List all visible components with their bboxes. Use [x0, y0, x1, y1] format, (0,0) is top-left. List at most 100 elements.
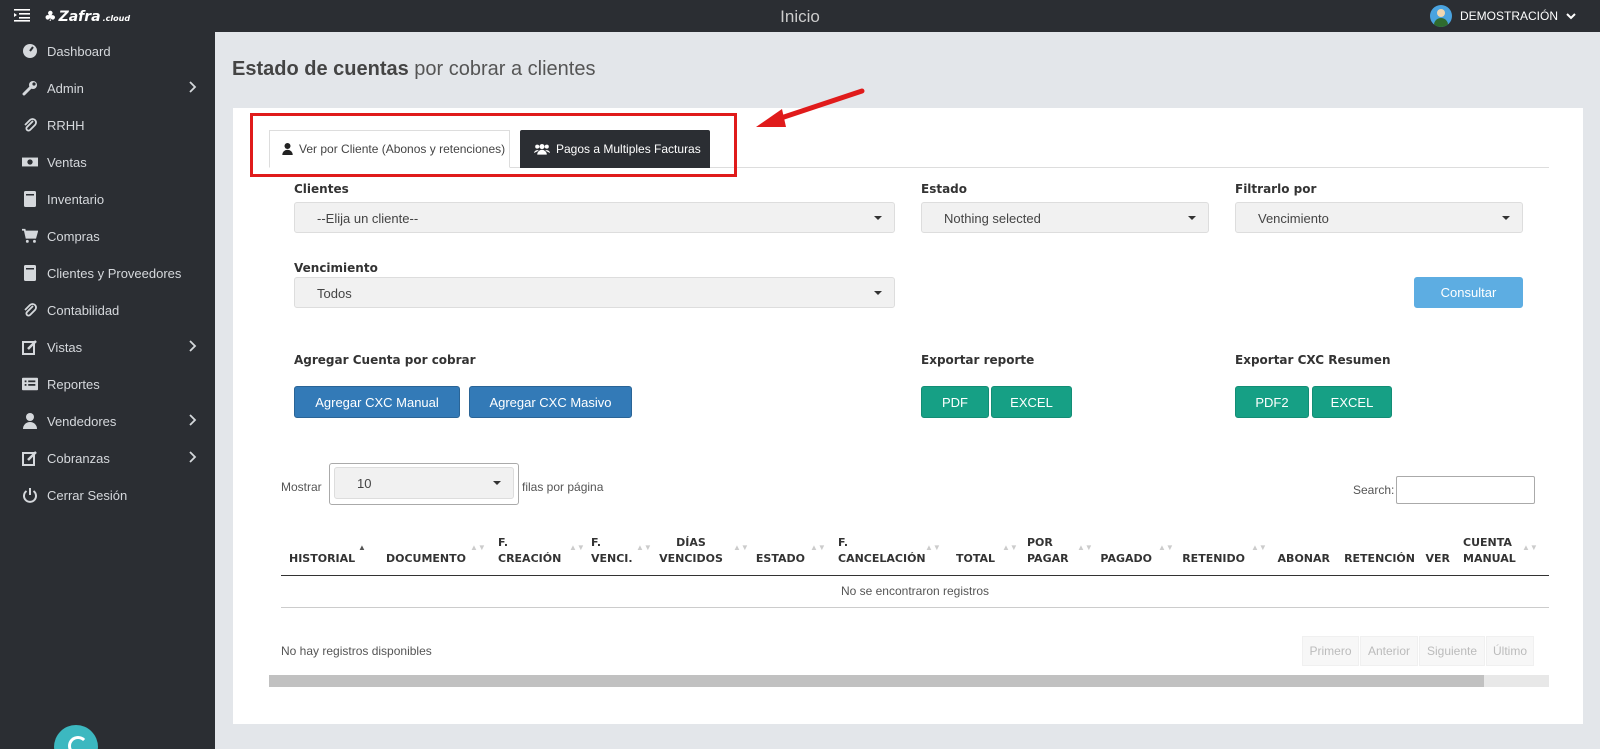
search-input[interactable]: [1396, 476, 1535, 504]
pager-first[interactable]: Primero: [1302, 636, 1359, 666]
sidebar-item-vendedores[interactable]: Vendedores: [0, 406, 215, 436]
excel-button[interactable]: EXCEL: [991, 386, 1072, 418]
scrollbar-thumb[interactable]: [269, 675, 1484, 687]
resumen-label: Exportar CXC Resumen: [1235, 353, 1391, 367]
caret-down-icon: [1502, 216, 1510, 220]
sidebar-item-inventario[interactable]: Inventario: [0, 184, 215, 214]
sort-icon: ▲▼: [470, 543, 486, 552]
sort-icon: ▲▼: [925, 543, 941, 552]
sort-asc-icon: ▲: [358, 543, 366, 552]
col-f-cancelacion[interactable]: F. CANCELACIÓN: [838, 535, 933, 567]
show-label: Mostrar: [281, 480, 322, 494]
sort-icon: ▲▼: [1002, 543, 1018, 552]
col-pagado[interactable]: PAGADO: [1090, 551, 1152, 567]
user-menu[interactable]: DEMOSTRACIÓN: [1429, 5, 1576, 27]
paperclip-icon: [22, 117, 38, 133]
sidebar-item-compras[interactable]: Compras: [0, 221, 215, 251]
sidebar-item-cobranzas[interactable]: Cobranzas: [0, 443, 215, 473]
agregar-cxc-manual-button[interactable]: Agregar CXC Manual: [294, 386, 460, 418]
sort-icon: ▲▼: [1522, 543, 1538, 552]
col-retencion: RETENCIÓN: [1344, 552, 1415, 565]
tab-pagos-multiples-facturas[interactable]: Pagos a Multiples Facturas: [520, 130, 710, 168]
chevron-right-icon: [189, 340, 197, 352]
red-arrow-annotation: [756, 88, 865, 127]
sidebar-item-rrhh[interactable]: RRHH: [0, 110, 215, 140]
clientes-label: Clientes: [294, 182, 349, 196]
filtrar-select[interactable]: Vencimiento: [1235, 202, 1523, 233]
sidebar-item-cerrar-sesion[interactable]: Cerrar Sesión: [0, 480, 215, 510]
sidebar-item-label: Inventario: [47, 192, 105, 207]
users-icon: [534, 144, 550, 155]
col-cuenta-manual[interactable]: CUENTA MANUAL: [1463, 535, 1523, 567]
sidebar-item-label: Ventas: [47, 155, 87, 170]
col-dias-vencidos[interactable]: DÍAS VENCIDOS: [655, 535, 727, 567]
user-icon: [282, 143, 293, 155]
agregar-cxc-masivo-button[interactable]: Agregar CXC Masivo: [469, 386, 632, 418]
sidebar-item-label: Dashboard: [47, 44, 111, 59]
page-size-select[interactable]: 10: [334, 467, 514, 499]
col-estado[interactable]: ESTADO: [752, 551, 805, 567]
tab-ver-por-cliente[interactable]: Ver por Cliente (Abonos y retenciones): [269, 130, 510, 168]
col-historial[interactable]: HISTORIAL: [289, 551, 369, 567]
vencimiento-label: Vencimiento: [294, 261, 378, 275]
estado-label: Estado: [921, 182, 968, 196]
pdf-button[interactable]: PDF: [921, 386, 989, 418]
pager-last[interactable]: Último: [1486, 636, 1534, 666]
tab-label: Ver por Cliente (Abonos y retenciones): [299, 142, 506, 156]
pager-previous[interactable]: Anterior: [1360, 636, 1418, 666]
rows-per-page-label: filas por página: [522, 480, 604, 494]
search-label: Search:: [1353, 483, 1395, 497]
sidebar-item-admin[interactable]: Admin: [0, 73, 215, 103]
pdf2-button[interactable]: PDF2: [1235, 386, 1309, 418]
clientes-select-value: --Elija un cliente--: [317, 211, 419, 226]
page-title: Estado de cuentas por cobrar a clientes: [232, 58, 595, 81]
filtrar-select-value: Vencimiento: [1258, 211, 1329, 226]
sidebar-item-reportes[interactable]: Reportes: [0, 369, 215, 399]
logo-leaf-icon: ♣: [44, 9, 57, 25]
book-icon: [22, 191, 38, 207]
sidebar-item-clientes-proveedores[interactable]: Clientes y Proveedores: [0, 258, 215, 288]
list-icon: [22, 376, 38, 392]
sidebar-item-vistas[interactable]: Vistas: [0, 332, 215, 362]
menu-toggle-icon[interactable]: [14, 8, 30, 22]
col-abonar: ABONAR: [1277, 552, 1330, 565]
logo-text: Zafra: [58, 9, 101, 25]
chevron-down-icon: [1566, 13, 1576, 20]
sidebar-item-label: Admin: [47, 81, 84, 96]
sort-icon: ▲▼: [733, 543, 749, 552]
clientes-select[interactable]: --Elija un cliente--: [294, 202, 895, 233]
dashboard-icon: [22, 43, 38, 59]
table-header-divider: [281, 575, 1549, 576]
excel2-button[interactable]: EXCEL: [1312, 386, 1392, 418]
col-retenido[interactable]: RETENIDO: [1170, 551, 1245, 567]
user-name: DEMOSTRACIÓN: [1459, 9, 1558, 23]
sidebar-item-label: Contabilidad: [47, 303, 120, 318]
consultar-button[interactable]: Consultar: [1414, 277, 1523, 308]
sidebar-item-label: RRHH: [47, 118, 85, 133]
estado-select[interactable]: Nothing selected: [921, 202, 1209, 233]
edit-icon: [22, 450, 38, 466]
col-por-pagar[interactable]: POR PAGAR: [1027, 535, 1072, 567]
cart-icon: [22, 228, 38, 244]
book-icon: [22, 265, 38, 281]
help-chat-button[interactable]: [54, 725, 98, 749]
sidebar-item-label: Reportes: [47, 377, 100, 392]
sidebar-item-ventas[interactable]: Ventas: [0, 147, 215, 177]
user-icon: [22, 413, 38, 429]
chevron-right-icon: [189, 414, 197, 426]
pager-next[interactable]: Siguiente: [1419, 636, 1485, 666]
col-total[interactable]: TOTAL: [945, 551, 995, 567]
vencimiento-select[interactable]: Todos: [294, 277, 895, 308]
logo[interactable]: ♣ Zafra .cloud: [44, 9, 130, 25]
sort-icon: ▲▼: [636, 543, 652, 552]
sidebar-item-contabilidad[interactable]: Contabilidad: [0, 295, 215, 325]
chevron-right-icon: [189, 451, 197, 463]
sidebar-item-label: Vendedores: [47, 414, 117, 429]
col-ver: VER: [1425, 552, 1451, 565]
col-documento[interactable]: DOCUMENTO: [378, 551, 466, 567]
col-f-venci[interactable]: F. VENCI.: [591, 535, 641, 567]
page-size-value: 10: [357, 476, 372, 491]
sort-icon: ▲▼: [1251, 543, 1267, 552]
sidebar-item-dashboard[interactable]: Dashboard: [0, 36, 215, 66]
col-f-creacion[interactable]: F. CREACIÓN: [498, 535, 568, 567]
